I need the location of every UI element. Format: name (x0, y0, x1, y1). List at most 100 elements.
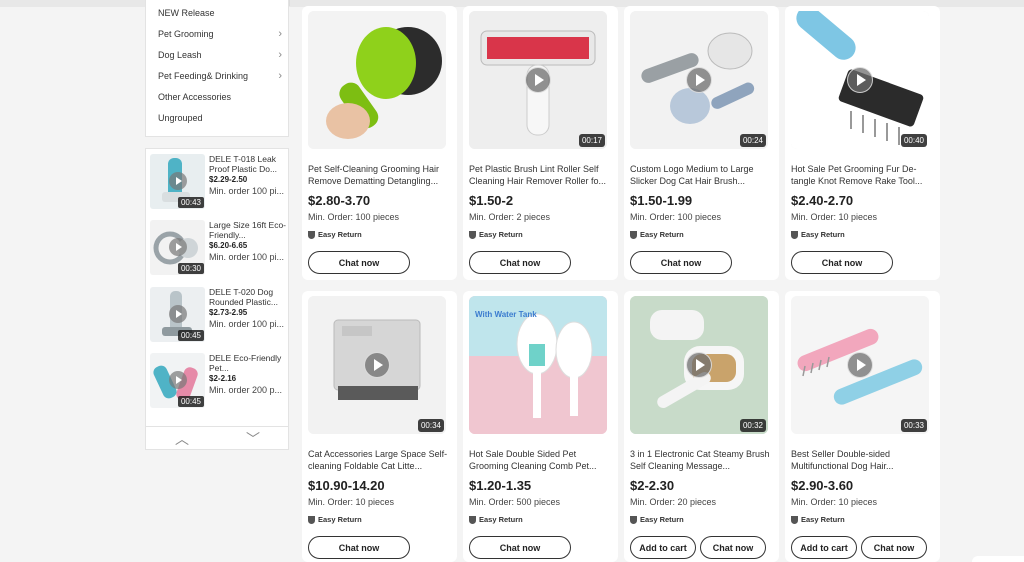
product-title[interactable]: Custom Logo Medium to Large Slicker Dog … (630, 163, 770, 187)
badge-label: Easy Return (318, 230, 362, 239)
category-item-ungrouped[interactable]: Ungrouped (158, 108, 282, 128)
badge-label: Easy Return (801, 515, 845, 524)
chat-now-button[interactable]: Chat now (791, 251, 893, 274)
easy-return-badge: Easy Return (469, 515, 523, 524)
chat-now-button[interactable]: Chat now (308, 251, 410, 274)
add-to-cart-button[interactable]: Add to cart (630, 536, 696, 559)
product-title[interactable]: Pet Plastic Brush Lint Roller Self Clean… (469, 163, 609, 187)
easy-return-badge: Easy Return (630, 515, 684, 524)
grooming-brush-image (308, 11, 446, 149)
product-title[interactable]: 3 in 1 Electronic Cat Steamy Brush Self … (630, 448, 770, 472)
play-icon[interactable] (686, 352, 712, 378)
product-image[interactable]: 00:33 (791, 296, 929, 434)
category-label: Pet Feeding& Drinking (158, 71, 249, 81)
product-image[interactable] (308, 11, 446, 149)
video-duration: 00:34 (417, 419, 444, 432)
product-title[interactable]: Pet Self-Cleaning Grooming Hair Remove D… (308, 163, 448, 187)
add-to-cart-button[interactable]: Add to cart (791, 536, 857, 559)
shield-icon (469, 515, 476, 524)
product-image[interactable]: 00:17 (469, 11, 607, 149)
product-title[interactable]: Best Seller Double-sided Multifunctional… (791, 448, 931, 472)
product-image[interactable]: 00:34 (308, 296, 446, 434)
category-item-pet-feeding[interactable]: Pet Feeding& Drinking › (158, 66, 282, 86)
product-card[interactable]: Pet Self-Cleaning Grooming Hair Remove D… (302, 6, 457, 280)
easy-return-badge: Easy Return (791, 515, 845, 524)
recommended-title: Large Size 16ft Eco-Friendly... (209, 220, 286, 240)
chevron-right-icon: › (278, 69, 282, 82)
product-card[interactable]: 00:32 3 in 1 Electronic Cat Steamy Brush… (624, 291, 779, 562)
product-title[interactable]: Hot Sale Pet Grooming Fur De-tangle Knot… (791, 163, 931, 187)
chat-now-button[interactable]: Chat now (469, 536, 571, 559)
product-title[interactable]: Cat Accessories Large Space Self-cleanin… (308, 448, 448, 472)
recommended-item[interactable]: 00:43 DELE T-018 Leak Proof Plastic Do..… (150, 154, 286, 211)
chat-now-button[interactable]: Chat now (308, 536, 410, 559)
category-item-other-accessories[interactable]: Other Accessories (158, 87, 282, 107)
category-label: NEW Release (158, 8, 215, 18)
easy-return-badge: Easy Return (308, 230, 362, 239)
badge-label: Easy Return (640, 515, 684, 524)
play-icon[interactable] (169, 305, 187, 323)
product-image[interactable]: 00:40 (791, 11, 929, 149)
play-icon[interactable] (847, 352, 873, 378)
min-order: Min. Order: 100 pieces (630, 212, 722, 222)
recommended-price: $2.73-2.95 (209, 308, 248, 317)
divider (146, 426, 288, 427)
product-price: $2.90-3.60 (791, 478, 854, 493)
product-image[interactable]: 00:32 (630, 296, 768, 434)
shield-icon (791, 515, 798, 524)
chat-now-button[interactable]: Chat now (630, 251, 732, 274)
min-order: Min. Order: 10 pieces (791, 212, 878, 222)
recommended-item[interactable]: 00:30 Large Size 16ft Eco-Friendly... $6… (150, 220, 286, 277)
recommended-price: $6.20-6.65 (209, 241, 248, 250)
product-image[interactable]: 00:24 (630, 11, 768, 149)
product-card[interactable]: 00:40 Hot Sale Pet Grooming Fur De-tangl… (785, 6, 940, 280)
chevron-up-icon[interactable]: ︿ (175, 429, 189, 449)
min-order: Min. Order: 100 pieces (308, 212, 400, 222)
floating-panel-edge (972, 556, 1024, 562)
badge-label: Easy Return (479, 230, 523, 239)
chat-now-button[interactable]: Chat now (861, 536, 927, 559)
category-item-new-release[interactable]: NEW Release (158, 3, 282, 23)
product-card[interactable]: 00:24 Custom Logo Medium to Large Slicke… (624, 6, 779, 280)
play-icon[interactable] (169, 238, 187, 256)
play-icon[interactable] (525, 67, 551, 93)
play-icon[interactable] (364, 352, 390, 378)
play-icon[interactable] (169, 172, 187, 190)
recommended-min-order: Min. order 100 pi... (209, 186, 285, 196)
product-thumbnail: 00:45 (150, 353, 205, 408)
easy-return-badge: Easy Return (308, 515, 362, 524)
video-duration: 00:45 (177, 330, 204, 341)
product-title[interactable]: Hot Sale Double Sided Pet Grooming Clean… (469, 448, 609, 472)
chat-now-button[interactable]: Chat now (469, 251, 571, 274)
min-order: Min. Order: 20 pieces (630, 497, 717, 507)
product-thumbnail: 00:43 (150, 154, 205, 209)
product-price: $1.50-1.99 (630, 193, 693, 208)
shield-icon (469, 230, 476, 239)
chat-now-button[interactable]: Chat now (700, 536, 766, 559)
play-icon[interactable] (169, 371, 187, 389)
play-icon[interactable] (686, 67, 712, 93)
shield-icon (630, 515, 637, 524)
category-item-pet-grooming[interactable]: Pet Grooming › (158, 24, 282, 44)
product-price: $2-2.30 (630, 478, 675, 493)
easy-return-badge: Easy Return (791, 230, 845, 239)
product-card[interactable]: With Water Tank Hot Sale Double Sided Pe… (463, 291, 618, 562)
category-item-dog-leash[interactable]: Dog Leash › (158, 45, 282, 65)
chevron-down-icon[interactable]: ﹀ (246, 429, 260, 449)
product-image[interactable]: With Water Tank (469, 296, 607, 434)
chevron-right-icon: › (278, 48, 282, 61)
product-card[interactable]: 00:17 Pet Plastic Brush Lint Roller Self… (463, 6, 618, 280)
play-icon[interactable] (847, 67, 873, 93)
shield-icon (791, 230, 798, 239)
recommended-item[interactable]: 00:45 DELE T-020 Dog Rounded Plastic... … (150, 287, 286, 344)
easy-return-badge: Easy Return (469, 230, 523, 239)
recommended-item[interactable]: 00:45 DELE Eco-Friendly Pet... $2-2.16 M… (150, 353, 286, 410)
recommended-price: $2.29-2.50 (209, 175, 248, 184)
shield-icon (630, 230, 637, 239)
badge-label: Easy Return (640, 230, 684, 239)
min-order: Min. Order: 2 pieces (469, 212, 551, 222)
product-card[interactable]: 00:33 Best Seller Double-sided Multifunc… (785, 291, 940, 562)
product-card[interactable]: 00:34 Cat Accessories Large Space Self-c… (302, 291, 457, 562)
video-duration: 00:17 (578, 134, 605, 147)
min-order: Min. Order: 10 pieces (308, 497, 395, 507)
